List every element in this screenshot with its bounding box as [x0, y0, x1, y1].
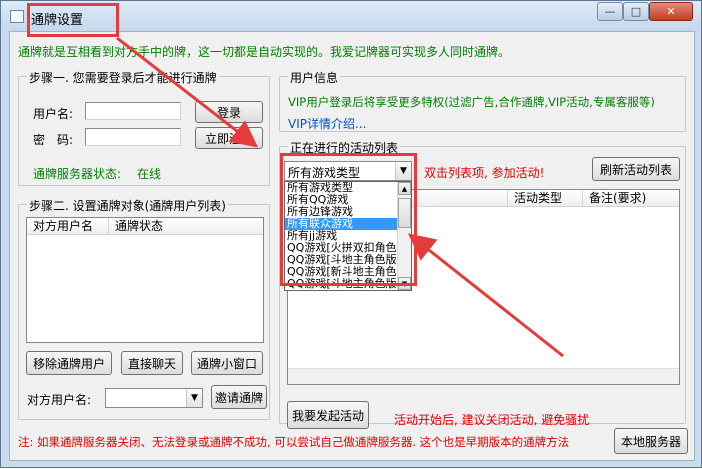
annotation-arrow-register: [116, 36, 259, 148]
annotation-arrows: [116, 36, 564, 358]
main-window: 通牌设置 — □ ✕ 通牌就是互相看到对方手中的牌，这一切都是自动实现的。我爱记…: [0, 0, 702, 468]
annotation-arrow-dropdown: [407, 233, 564, 358]
